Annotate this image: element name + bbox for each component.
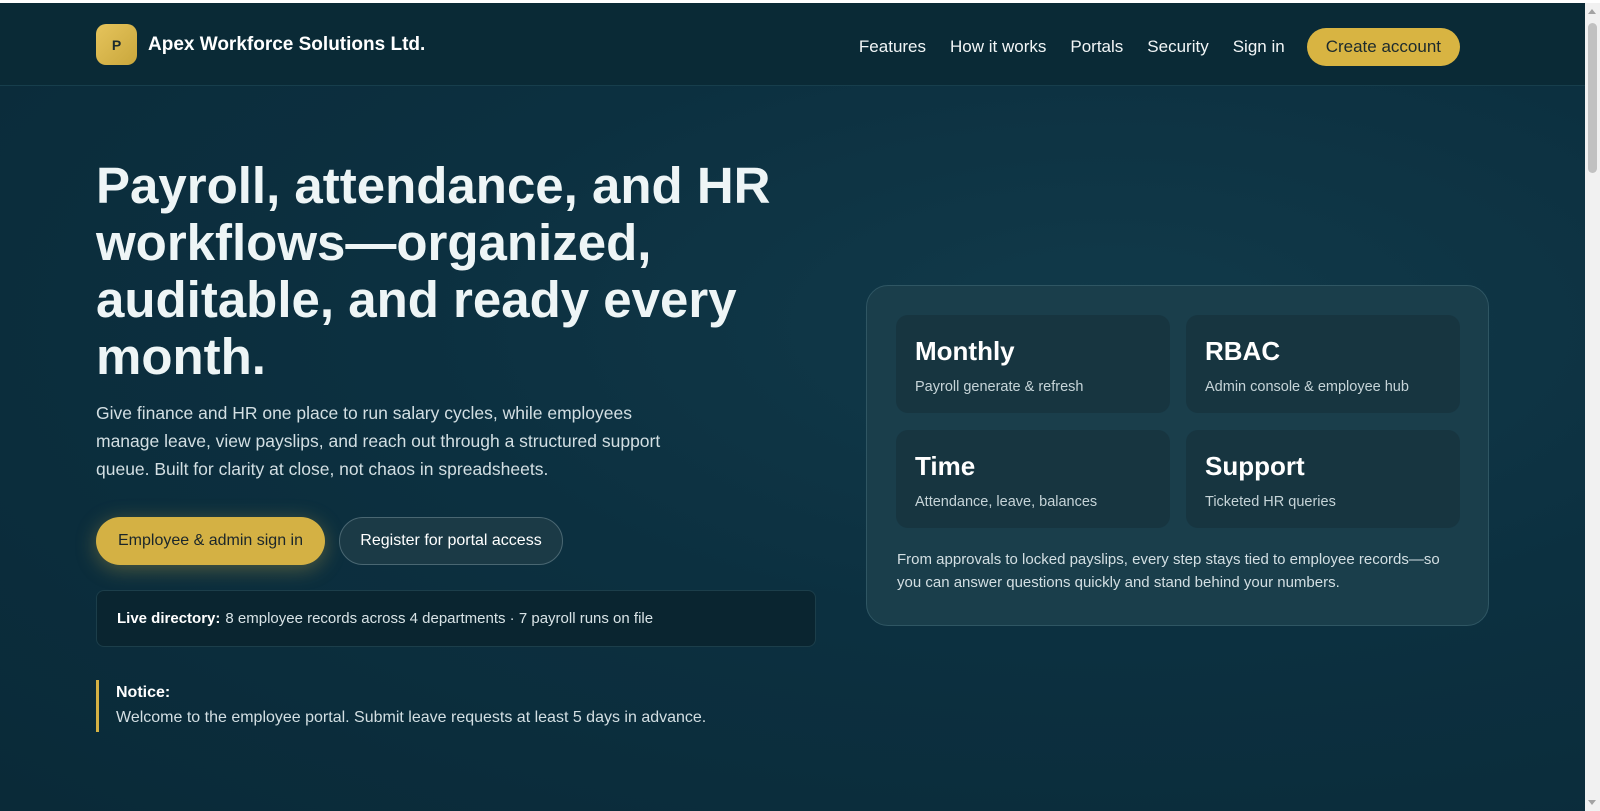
hero-description: Give finance and HR one place to run sal… [96,403,661,479]
scroll-down-icon[interactable] [1588,800,1596,805]
card-time: Time Attendance, leave, balances [896,430,1170,528]
vertical-scrollbar[interactable] [1585,3,1600,811]
card-subtitle: Attendance, leave, balances [915,494,1098,510]
card-rbac: RBAC Admin console & employee hub [1186,315,1460,413]
main-nav: Features How it works Portals Security S… [835,28,1460,66]
live-directory-text: 8 employee records across 4 departments … [225,610,654,627]
scroll-up-icon[interactable] [1588,9,1596,14]
register-button[interactable]: Register for portal access [339,517,563,565]
live-directory-label: Live directory: [117,610,221,627]
logo-badge[interactable]: P [96,24,137,65]
create-account-button[interactable]: Create account [1306,28,1460,66]
landing-page: P Apex Workforce Solutions Ltd. Features… [0,3,1585,811]
card-title: Monthly [915,336,1015,366]
nav-portals[interactable]: Portals [1070,37,1123,57]
card-monthly: Monthly Payroll generate & refresh [896,315,1170,413]
site-header: P Apex Workforce Solutions Ltd. Features… [0,3,1585,86]
card-title: Time [915,451,976,481]
card-subtitle: Ticketed HR queries [1205,494,1336,510]
live-directory-bar: Live directory: 8 employee records acros… [96,590,816,647]
notice-text: Welcome to the employee portal. Submit l… [116,709,707,726]
nav-how-it-works[interactable]: How it works [950,37,1046,57]
sign-in-button[interactable]: Employee & admin sign in [96,517,325,565]
card-title: RBAC [1205,336,1281,366]
brand-name[interactable]: Apex Workforce Solutions Ltd. [148,34,425,56]
notice-title: Notice: [116,684,171,701]
card-title: Support [1205,451,1305,481]
nav-sign-in[interactable]: Sign in [1233,37,1285,57]
notice-block: Notice: Welcome to the employee portal. … [96,680,706,732]
panel-footer-text: From approvals to locked payslips, every… [897,551,1440,591]
hero-title: Payroll, attendance, and HR workflows—or… [96,157,771,385]
nav-security[interactable]: Security [1147,37,1208,57]
scroll-thumb[interactable] [1588,23,1597,173]
nav-features[interactable]: Features [859,37,926,57]
card-subtitle: Admin console & employee hub [1205,379,1409,395]
card-subtitle: Payroll generate & refresh [915,379,1084,395]
feature-panel: Monthly Payroll generate & refresh RBAC … [866,285,1489,626]
card-support: Support Ticketed HR queries [1186,430,1460,528]
